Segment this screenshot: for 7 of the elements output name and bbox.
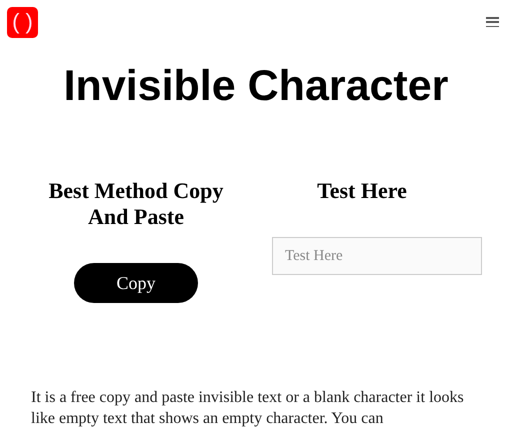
page-title: Invisible Character xyxy=(62,61,450,112)
paragraph: It is a free copy and paste invisible text or a blank character it looks like empty text that shows an empty character. You can xyxy=(31,388,465,429)
input-field[interactable]: Test Here xyxy=(272,237,482,275)
copy-button[interactable]: Copy xyxy=(74,263,198,303)
section-heading: Test Here xyxy=(316,178,408,204)
menu-icon[interactable] xyxy=(486,17,499,27)
section-heading: Best Method Copy And Paste xyxy=(48,178,224,230)
